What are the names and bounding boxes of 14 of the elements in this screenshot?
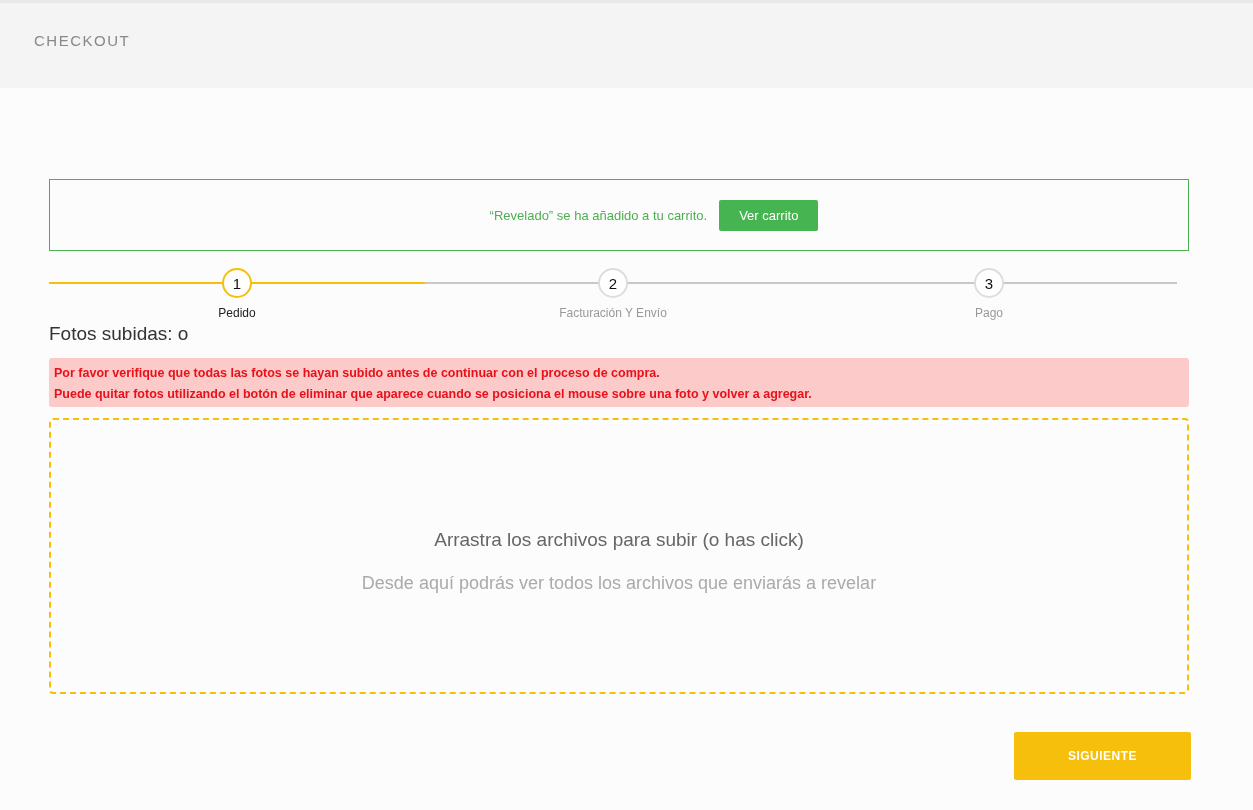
step-number[interactable]: 3	[974, 268, 1004, 298]
page-title: CHECKOUT	[34, 32, 131, 49]
alert-text: Por favor verifique que todas las fotos se hayan subido antes de continuar con el proceso de compra.	[54, 366, 661, 380]
step-number[interactable]: 2	[598, 268, 628, 298]
uploaded-heading: Fotos subidas: o	[49, 323, 190, 345]
dropzone-title: Arrastra los archivos para subir (o has click)	[434, 528, 804, 551]
step-label: Facturación Y Envío	[559, 306, 667, 320]
alert-text: Puede quitar fotos utilizando el botón de eliminar que aparece cuando se posiciona el mouse sobre una foto y volver a agregar.	[54, 387, 813, 401]
step-number[interactable]: 1	[222, 268, 252, 298]
notice-message: “Revelado” se ha añadido a tu carrito.	[489, 207, 708, 223]
upload-dropzone[interactable]: Arrastra los archivos para subir (o has click) Desde aquí podrás ver todos los archivos que enviarás a revelar	[49, 418, 1189, 694]
dropzone-subtitle: Desde aquí podrás ver todos los archivos que enviarás a revelar	[361, 572, 877, 594]
step-label: Pedido	[218, 306, 256, 320]
step-label: Pago	[975, 306, 1003, 320]
